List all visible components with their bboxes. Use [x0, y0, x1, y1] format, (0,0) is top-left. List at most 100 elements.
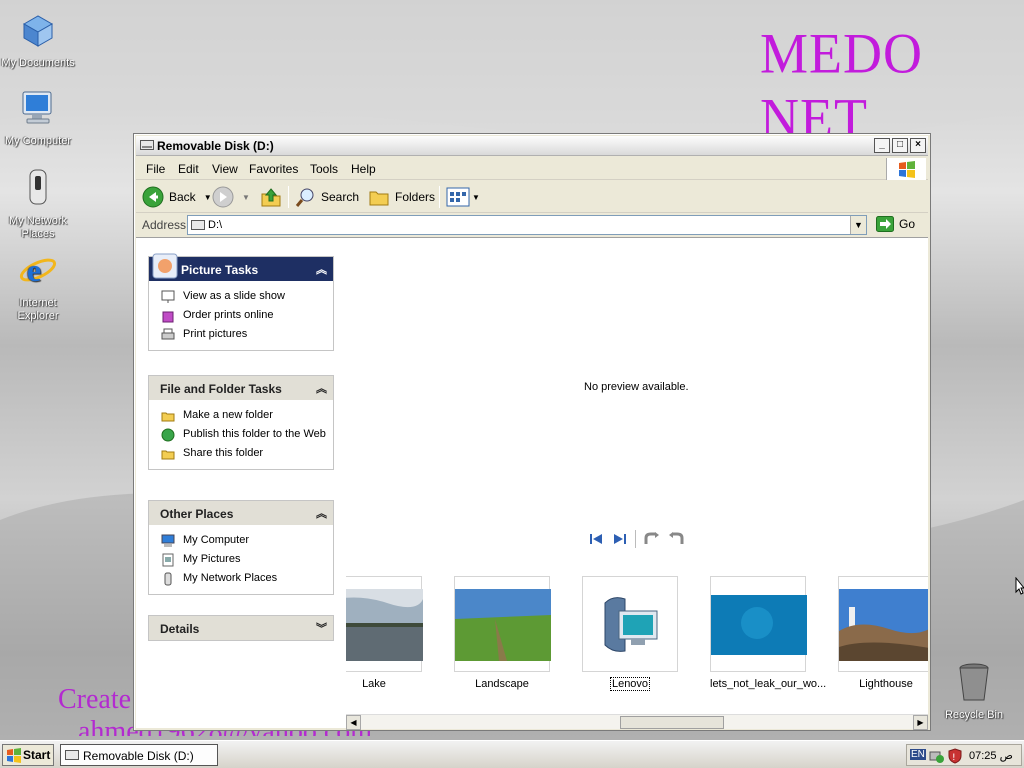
new-folder-icon	[161, 412, 175, 422]
rotate-clockwise-icon[interactable]	[644, 532, 660, 546]
other-places-header[interactable]: Other Places ︽	[149, 501, 333, 525]
network-status-icon[interactable]	[929, 748, 945, 764]
blue-wallpaper	[711, 595, 807, 655]
minimize-button[interactable]: _	[874, 138, 890, 153]
title-bar[interactable]: Removable Disk (D:) _ □ ×	[136, 136, 928, 156]
close-button[interactable]: ×	[910, 138, 926, 153]
task-print-pictures[interactable]: Print pictures	[149, 325, 333, 344]
place-my-computer[interactable]: My Computer	[149, 531, 333, 550]
folders-icon	[369, 191, 389, 206]
toolbar-separator	[288, 186, 289, 208]
collapse-chevron-icon[interactable]: ︽	[316, 505, 327, 521]
lighthouse-photo	[839, 589, 928, 661]
windows-flag-icon	[7, 748, 21, 763]
mouse-cursor-icon	[1015, 577, 1024, 595]
details-pane: Details ︾	[148, 615, 334, 641]
lake-photo	[346, 589, 423, 661]
drive-icon	[140, 140, 154, 150]
internet-explorer-icon: e	[19, 252, 57, 288]
taskbar-window-button[interactable]: Removable Disk (D:)	[60, 744, 218, 766]
menu-file[interactable]: File	[146, 162, 165, 176]
recycle-bin-icon	[959, 663, 989, 701]
task-slide-show[interactable]: View as a slide show	[149, 287, 333, 306]
network-places-icon	[29, 169, 47, 205]
thumbnail-lenovo[interactable]: Lenovo	[582, 576, 678, 691]
collapse-chevron-icon[interactable]: ︽	[316, 261, 327, 277]
thumbnail-landscape[interactable]: Landscape	[454, 576, 551, 690]
windows-logo	[886, 158, 926, 180]
folders-button[interactable]: Folders	[368, 184, 435, 210]
menu-help[interactable]: Help	[351, 162, 376, 176]
publish-web-icon	[161, 428, 175, 442]
forward-button[interactable]: ▼	[212, 184, 250, 210]
go-button[interactable]: Go	[876, 216, 915, 232]
thumbnail-caption: Landscape	[475, 678, 529, 690]
desktop-icon-my-computer[interactable]: My Computer	[0, 88, 76, 148]
start-button[interactable]: Start	[2, 744, 54, 766]
thumbnail-caption: Lake	[362, 678, 386, 690]
standard-toolbar: Back ▼ ▼ Search Folders ▼	[136, 181, 928, 213]
task-make-new-folder[interactable]: Make a new folder	[149, 406, 333, 425]
desktop-icon-my-documents[interactable]: My Documents	[0, 10, 76, 70]
language-indicator[interactable]: EN	[910, 749, 926, 760]
place-my-pictures[interactable]: My Pictures	[149, 550, 333, 569]
thumbnail-blue-wallpaper[interactable]: lets_not_leak_our_wo...	[710, 576, 826, 690]
place-my-network-places[interactable]: My Network Places	[149, 569, 333, 588]
menu-tools[interactable]: Tools	[310, 162, 338, 176]
file-folder-tasks-header[interactable]: File and Folder Tasks ︽	[149, 376, 333, 400]
search-button[interactable]: Search	[294, 184, 359, 210]
menu-bar: File Edit View Favorites Tools Help	[136, 158, 928, 180]
svg-text:e: e	[27, 252, 41, 288]
task-order-prints[interactable]: Order prints online	[149, 306, 333, 325]
picture-tasks-header[interactable]: Picture Tasks ︽	[149, 253, 333, 281]
share-folder-icon	[161, 450, 175, 460]
my-documents-icon	[22, 15, 54, 47]
drive-icon	[65, 750, 79, 760]
address-bar: Address D:\ ▼ Go	[136, 214, 928, 236]
my-computer-icon	[161, 534, 175, 547]
back-button[interactable]: Back ▼	[142, 184, 212, 210]
slide-show-icon	[161, 290, 175, 303]
brand-logo-text: MEDO NET	[760, 21, 923, 151]
forward-dropdown-icon[interactable]: ▼	[242, 193, 250, 202]
scroll-right-icon[interactable]: ▶	[913, 715, 928, 730]
other-places-pane: Other Places ︽ My Computer My Pictures M…	[148, 500, 334, 595]
previous-image-icon[interactable]	[588, 532, 604, 546]
task-share-folder[interactable]: Share this folder	[149, 444, 333, 463]
address-label: Address	[142, 218, 187, 232]
up-folder-button[interactable]	[260, 184, 282, 210]
menu-favorites[interactable]: Favorites	[249, 162, 298, 176]
menu-view[interactable]: View	[212, 162, 238, 176]
security-shield-icon[interactable]: !	[947, 748, 963, 764]
thumbnail-lighthouse[interactable]: Lighthouse	[838, 576, 928, 690]
network-places-icon	[164, 572, 172, 586]
file-folder-tasks-pane: File and Folder Tasks ︽ Make a new folde…	[148, 375, 334, 470]
menu-edit[interactable]: Edit	[178, 162, 199, 176]
content-area: Picture Tasks ︽ View as a slide show Ord…	[136, 237, 928, 730]
next-image-icon[interactable]	[612, 532, 628, 546]
details-header[interactable]: Details ︾	[149, 616, 333, 640]
svg-text:!: !	[952, 753, 956, 763]
system-tray: EN ! 07:25 ص	[906, 744, 1022, 766]
creator-text: Create	[58, 684, 132, 715]
maximize-button[interactable]: □	[892, 138, 908, 153]
views-dropdown-icon[interactable]: ▼	[472, 193, 480, 202]
views-button[interactable]: ▼	[446, 184, 480, 210]
landscape-photo	[455, 589, 551, 661]
desktop-icon-network-places[interactable]: My Network Places	[0, 168, 76, 241]
collapse-chevron-icon[interactable]: ︽	[316, 380, 327, 396]
horizontal-scrollbar[interactable]: ◀ ▶	[346, 714, 928, 730]
desktop-icon-recycle-bin[interactable]: Recycle Bin	[936, 662, 1012, 722]
rotate-counterclockwise-icon[interactable]	[668, 532, 684, 546]
scroll-left-icon[interactable]: ◀	[346, 715, 361, 730]
expand-chevron-icon[interactable]: ︾	[316, 620, 327, 636]
scrollbar-thumb[interactable]	[620, 716, 724, 729]
viewer-separator	[635, 530, 636, 548]
desktop-icon-internet-explorer[interactable]: e Internet Explorer	[0, 250, 76, 323]
back-dropdown-icon[interactable]: ▼	[204, 193, 212, 202]
task-publish-folder[interactable]: Publish this folder to the Web	[149, 425, 333, 444]
address-dropdown-icon[interactable]: ▼	[850, 216, 866, 234]
thumbnail-lake[interactable]: Lake	[346, 576, 423, 690]
drive-icon	[191, 220, 205, 230]
address-input[interactable]: D:\ ▼	[187, 215, 867, 235]
